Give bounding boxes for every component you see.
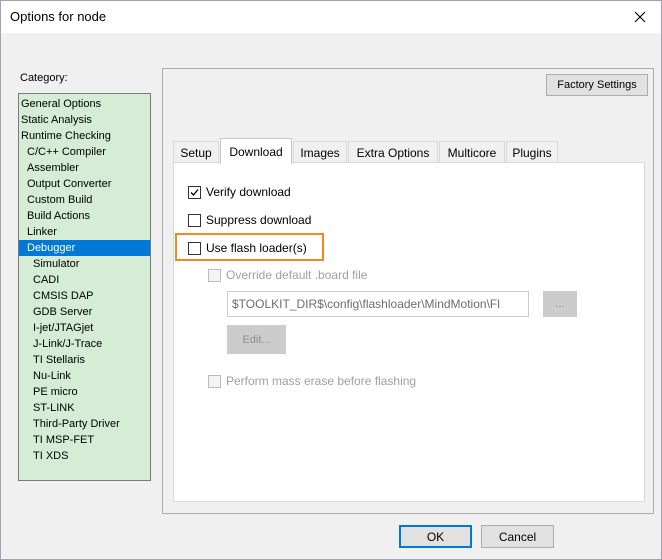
category-item-i-jet-jtagjet[interactable]: I-jet/JTAGjet — [19, 320, 150, 336]
tab-setup[interactable]: Setup — [173, 141, 219, 163]
ok-button[interactable]: OK — [399, 525, 472, 548]
title-bar: Options for node — [1, 1, 661, 33]
category-item-third-party-driver[interactable]: Third-Party Driver — [19, 416, 150, 432]
mass-erase-checkbox[interactable] — [208, 374, 221, 388]
cancel-button[interactable]: Cancel — [481, 525, 554, 548]
suppress-download-option[interactable]: Suppress download — [188, 213, 311, 227]
suppress-download-label: Suppress download — [206, 213, 312, 227]
category-item-cadi[interactable]: CADI — [19, 272, 150, 288]
category-item-custom-build[interactable]: Custom Build — [19, 192, 150, 208]
category-item-simulator[interactable]: Simulator — [19, 256, 150, 272]
category-item-build-actions[interactable]: Build Actions — [19, 208, 150, 224]
close-button[interactable] — [619, 1, 661, 33]
verify-download-label: Verify download — [206, 185, 291, 199]
category-item-st-link[interactable]: ST-LINK — [19, 400, 150, 416]
flash-loader-highlight — [175, 233, 324, 261]
category-item-general-options[interactable]: General Options — [19, 96, 150, 112]
override-board-file-checkbox[interactable] — [208, 268, 221, 282]
mass-erase-option[interactable]: Perform mass erase before flashing — [208, 374, 416, 388]
options-panel: Factory Settings Setup Download Images E… — [162, 68, 654, 514]
board-file-path-input[interactable]: $TOOLKIT_DIR$\config\flashloader\MindMot… — [227, 291, 529, 317]
category-item-ti-xds[interactable]: TI XDS — [19, 448, 150, 464]
edit-button[interactable]: Edit... — [227, 325, 286, 354]
category-item-pe-micro[interactable]: PE micro — [19, 384, 150, 400]
category-item-runtime-checking[interactable]: Runtime Checking — [19, 128, 150, 144]
tab-plugins[interactable]: Plugins — [506, 141, 558, 163]
category-item-static-analysis[interactable]: Static Analysis — [19, 112, 150, 128]
suppress-download-checkbox[interactable] — [188, 213, 201, 227]
override-board-file-label: Override default .board file — [226, 268, 368, 282]
tab-extra-options[interactable]: Extra Options — [348, 141, 438, 163]
close-icon — [634, 11, 646, 23]
category-item-debugger[interactable]: Debugger — [19, 240, 150, 256]
category-item-gdb-server[interactable]: GDB Server — [19, 304, 150, 320]
tab-images[interactable]: Images — [293, 141, 347, 163]
category-item-assembler[interactable]: Assembler — [19, 160, 150, 176]
category-item-j-link-j-trace[interactable]: J-Link/J-Trace — [19, 336, 150, 352]
download-tab-content: Verify download Suppress download Use fl… — [173, 162, 645, 502]
options-dialog: Options for node Category: General Optio… — [0, 0, 662, 560]
browse-button[interactable]: ... — [543, 291, 577, 317]
category-label: Category: — [20, 72, 68, 84]
checkmark-icon — [190, 188, 199, 196]
category-item-cmsis-dap[interactable]: CMSIS DAP — [19, 288, 150, 304]
factory-settings-button[interactable]: Factory Settings — [546, 74, 648, 96]
window-title: Options for node — [10, 9, 107, 24]
category-item-nu-link[interactable]: Nu-Link — [19, 368, 150, 384]
verify-download-option[interactable]: Verify download — [188, 185, 291, 199]
category-item-ti-stellaris[interactable]: TI Stellaris — [19, 352, 150, 368]
tab-download[interactable]: Download — [220, 138, 292, 164]
category-list[interactable]: General Options Static Analysis Runtime Ch… — [18, 93, 151, 481]
category-item-ti-msp-fet[interactable]: TI MSP-FET — [19, 432, 150, 448]
category-item-c-c-compiler[interactable]: C/C++ Compiler — [19, 144, 150, 160]
mass-erase-label: Perform mass erase before flashing — [226, 374, 417, 388]
verify-download-checkbox[interactable] — [188, 185, 201, 199]
override-board-file-option[interactable]: Override default .board file — [208, 268, 367, 282]
category-item-linker[interactable]: Linker — [19, 224, 150, 240]
category-item-output-converter[interactable]: Output Converter — [19, 176, 150, 192]
tab-multicore[interactable]: Multicore — [439, 141, 505, 163]
